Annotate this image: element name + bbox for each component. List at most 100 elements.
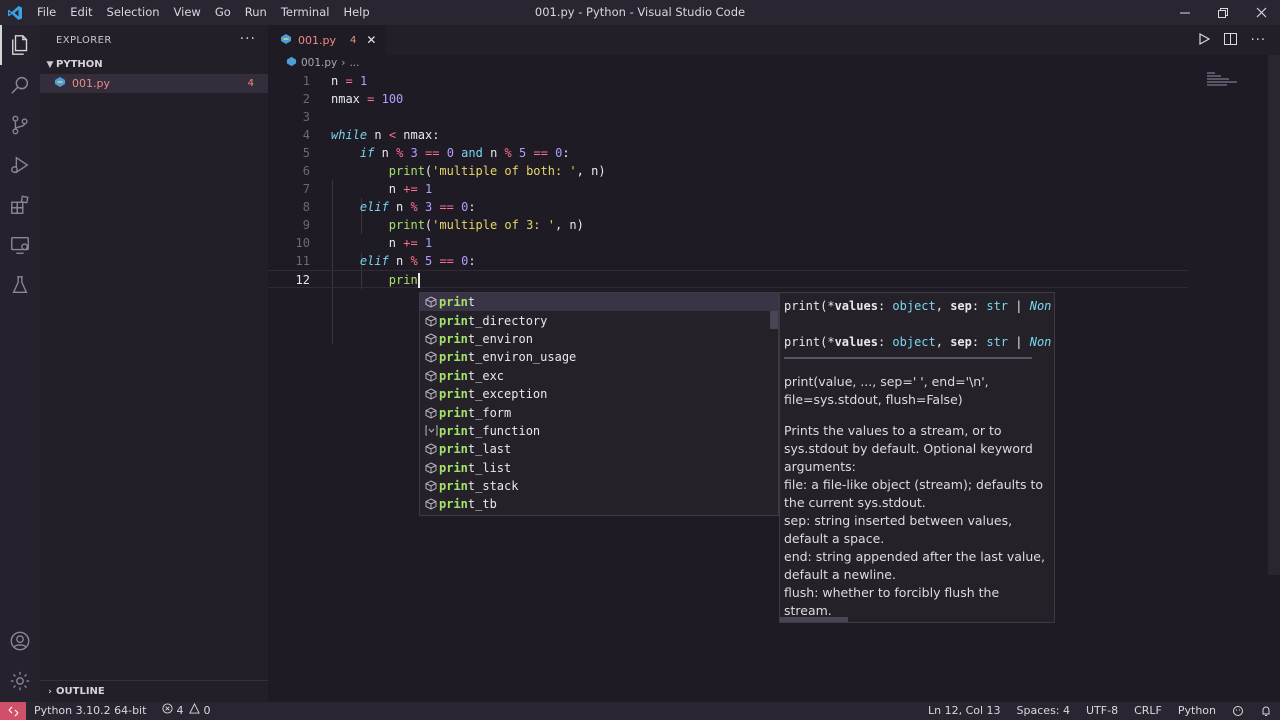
chevron-right-icon: › [341,57,346,69]
encoding[interactable]: UTF-8 [1078,702,1126,720]
line-number: 3 [302,110,310,124]
outline-label: OUTLINE [56,686,105,697]
suggest-item-label: print_tb [439,497,497,512]
more-actions-icon[interactable]: ··· [240,31,256,47]
suggest-item[interactable]: print_exc [420,367,778,385]
remote-explorer-icon[interactable] [0,225,40,265]
chevron-down-icon: ▼ [46,59,54,70]
token: 'multiple of both: ' [432,164,577,178]
search-icon[interactable] [0,65,40,105]
menu-help[interactable]: Help [336,0,376,25]
code-line: 4 while n < nmax: [268,126,1188,144]
breadcrumb-file[interactable]: 001.py [301,57,337,69]
doc-scrollbar[interactable] [780,617,848,622]
suggest-item[interactable]: print_last [420,440,778,458]
suggest-item[interactable]: print_tb [420,495,778,513]
menu-view[interactable]: View [167,0,208,25]
menu-bar: File Edit Selection View Go Run Terminal… [30,0,377,25]
restore-icon[interactable] [1204,0,1242,25]
line-number: 7 [302,182,310,196]
suggest-item[interactable]: print [420,293,778,312]
close-tab-icon[interactable]: ✕ [366,33,376,47]
tab-001py[interactable]: 001.py 4 ✕ [268,25,387,55]
explorer-icon[interactable] [0,25,40,65]
extensions-icon[interactable] [0,185,40,225]
account-icon[interactable] [0,621,40,661]
line-number: 12 [295,273,310,287]
feedback-icon[interactable] [1224,702,1252,720]
menu-file[interactable]: File [30,0,63,25]
token: 3 [424,200,433,214]
doc-separator [784,357,1032,359]
token: elif [359,200,389,214]
breadcrumb-symbol[interactable]: ... [349,57,359,69]
suggest-item[interactable]: print_environ_usage [420,348,778,366]
token: , n) [554,218,584,232]
end-of-line[interactable]: CRLF [1126,702,1170,720]
notifications-icon[interactable] [1252,702,1280,720]
suggest-item[interactable]: print_stack [420,477,778,495]
run-file-icon[interactable] [1198,32,1210,48]
line-number: 1 [302,74,310,88]
outline-section[interactable]: › OUTLINE [40,680,268,702]
menu-edit[interactable]: Edit [63,0,99,25]
suggest-item-label: print_last [439,442,512,457]
method-cube-icon [423,331,439,347]
token: 1 [424,236,433,250]
token: n [490,146,498,160]
testing-icon[interactable] [0,265,40,305]
token: += [403,236,418,250]
explorer-header: EXPLORER ··· [40,25,268,55]
variable-icon [423,423,439,439]
menu-selection[interactable]: Selection [100,0,167,25]
file-item-001py[interactable]: 001.py 4 [40,74,268,93]
cursor-position[interactable]: Ln 12, Col 13 [920,702,1009,720]
method-cube-icon [423,313,439,329]
token: nmax: [403,128,440,142]
split-editor-icon[interactable] [1223,32,1237,48]
token: : [562,146,570,160]
method-cube-icon [423,441,439,457]
source-control-icon[interactable] [0,105,40,145]
run-debug-icon[interactable] [0,145,40,185]
token: : [468,254,476,268]
settings-gear-icon[interactable] [0,661,40,701]
explorer-title: EXPLORER [56,34,112,46]
line-number: 11 [295,254,310,268]
folder-python[interactable]: ▼ PYTHON [40,56,268,73]
minimize-icon[interactable] [1166,0,1204,25]
vertical-scrollbar[interactable] [1268,55,1280,575]
tab-problem-count: 4 [349,34,357,46]
indentation[interactable]: Spaces: 4 [1009,702,1078,720]
suggest-item[interactable]: print_directory [420,311,778,329]
method-cube-icon [423,478,439,494]
token: == [439,254,454,268]
suggest-item-label: print_exception [439,387,548,402]
problems-indicator[interactable]: 4 0 [154,702,218,720]
menu-terminal[interactable]: Terminal [274,0,337,25]
token: 100 [381,92,404,106]
remote-indicator-icon[interactable] [0,702,26,720]
folder-label: PYTHON [56,59,103,70]
language-mode[interactable]: Python [1170,702,1224,720]
suggest-item[interactable]: print_list [420,459,778,477]
method-cube-icon [423,460,439,476]
method-cube-icon [423,386,439,402]
line-number: 6 [302,164,310,178]
activity-bar [0,25,40,702]
menu-run[interactable]: Run [238,0,274,25]
suggest-item[interactable]: print_exception [420,385,778,403]
suggest-item[interactable]: print_function [420,422,778,440]
python-interpreter[interactable]: Python 3.10.2 64-bit [26,702,154,720]
suggest-item-label: print_environ [439,331,533,346]
menu-go[interactable]: Go [208,0,238,25]
suggest-item[interactable]: print_form [420,403,778,421]
more-editor-actions-icon[interactable]: ··· [1251,33,1266,48]
token: prin [388,273,418,287]
file-problem-count: 4 [247,78,254,89]
suggest-item-label: print_stack [439,479,519,494]
suggest-item[interactable]: print_environ [420,330,778,348]
close-window-icon[interactable] [1242,0,1280,25]
token: print [388,218,425,232]
minimap[interactable] [1207,72,1267,92]
